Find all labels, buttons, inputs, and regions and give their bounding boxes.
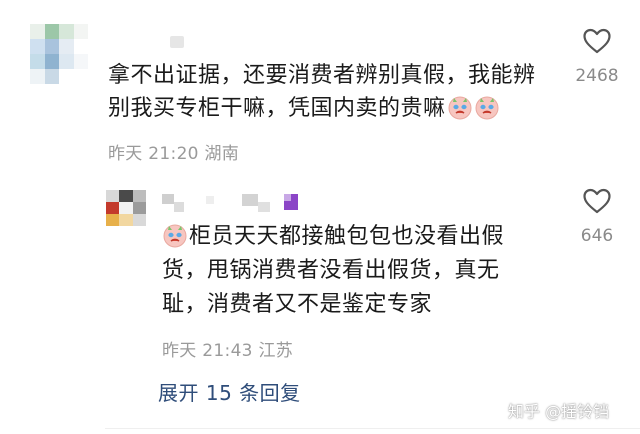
crying-face-icon bbox=[474, 94, 500, 120]
avatar-pixel bbox=[132, 214, 146, 226]
reply-line-1-text: 柜员天天都接触包包也没看出假 bbox=[189, 224, 505, 249]
watermark: 知乎 @摇铃铛 bbox=[508, 402, 610, 421]
comment-line-2: 别我买专柜干嘛，凭国内卖的贵嘛 bbox=[108, 92, 568, 125]
avatar-pixel bbox=[73, 54, 88, 69]
expand-replies-link[interactable]: 展开 15 条回复 bbox=[158, 377, 301, 406]
avatar-pixel bbox=[106, 190, 120, 202]
avatar-pixel bbox=[119, 214, 133, 226]
avatar-pixel bbox=[44, 54, 59, 69]
crying-face-icon bbox=[447, 94, 473, 120]
reply-line-1: 柜员天天都接触包包也没看出假 bbox=[162, 220, 562, 254]
reply-like-button[interactable] bbox=[582, 187, 612, 219]
reply-line-2: 货，甩锅消费者没看出假货，真无 bbox=[162, 258, 500, 283]
heart-outline-icon bbox=[583, 28, 611, 54]
username-blurred[interactable] bbox=[170, 36, 184, 48]
avatar-pixel bbox=[106, 202, 120, 214]
reply-avatar[interactable] bbox=[106, 190, 146, 226]
crying-face-icon bbox=[162, 222, 188, 248]
like-button[interactable] bbox=[582, 27, 612, 59]
comment-text: 拿不出证据，还要消费者辨别真假，我能辨 别我买专柜干嘛，凭国内卖的贵嘛 bbox=[108, 59, 568, 125]
avatar-pixel bbox=[30, 39, 45, 54]
like-count: 2468 bbox=[575, 66, 619, 86]
comment-line-1: 拿不出证据，还要消费者辨别真假，我能辨 bbox=[108, 63, 536, 88]
avatar[interactable] bbox=[30, 24, 88, 84]
divider bbox=[105, 428, 640, 429]
heart-outline-icon bbox=[583, 188, 611, 214]
avatar-pixel bbox=[59, 39, 74, 54]
avatar-pixel bbox=[73, 39, 88, 54]
avatar-pixel bbox=[59, 24, 74, 39]
comment-line-2-text: 别我买专柜干嘛，凭国内卖的贵嘛 bbox=[108, 96, 446, 121]
reply-username-blurred[interactable] bbox=[162, 194, 312, 214]
avatar-pixel bbox=[119, 190, 133, 202]
avatar-pixel bbox=[44, 69, 59, 84]
avatar-pixel bbox=[30, 54, 45, 69]
avatar-pixel bbox=[106, 214, 120, 226]
avatar-pixel bbox=[132, 202, 146, 214]
reply-meta: 昨天 21:43 江苏 bbox=[162, 341, 294, 361]
reply-line-3: 耻，消费者又不是鉴定专家 bbox=[162, 292, 433, 317]
avatar-pixel bbox=[132, 190, 146, 202]
avatar-pixel bbox=[59, 69, 74, 84]
reply-like-count: 646 bbox=[580, 226, 614, 246]
avatar-pixel bbox=[119, 202, 133, 214]
reply-text: 柜员天天都接触包包也没看出假 货，甩锅消费者没看出假货，真无 耻，消费者又不是鉴… bbox=[162, 220, 562, 322]
avatar-pixel bbox=[73, 69, 88, 84]
avatar-pixel bbox=[30, 69, 45, 84]
avatar-pixel bbox=[59, 54, 74, 69]
avatar-pixel bbox=[44, 24, 59, 39]
avatar-pixel bbox=[44, 39, 59, 54]
comment-meta: 昨天 21:20 湖南 bbox=[108, 144, 240, 164]
avatar-pixel bbox=[30, 24, 45, 39]
avatar-pixel bbox=[73, 24, 88, 39]
